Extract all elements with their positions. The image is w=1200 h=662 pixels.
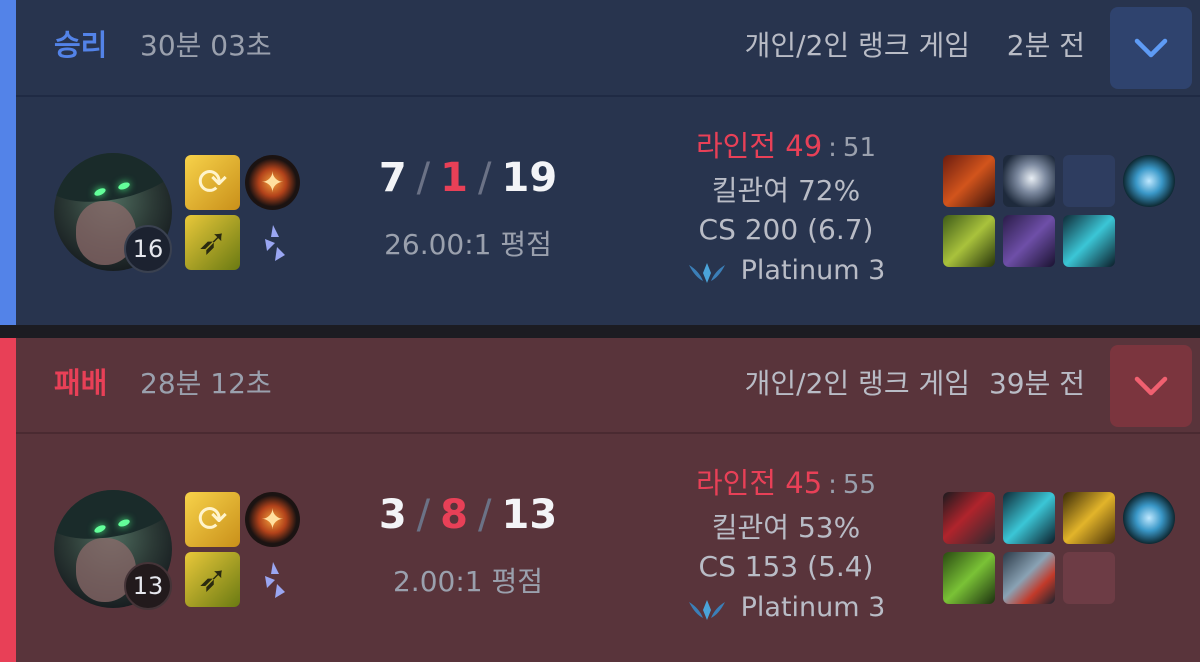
platinum-emblem-icon <box>688 262 725 283</box>
secondary-rune-tree-icon[interactable] <box>245 552 300 607</box>
match-header: 패배 28분 12초 개인/2인 랭크 게임 39분 전 <box>16 338 1200 434</box>
item-slot-3-icon[interactable] <box>1063 492 1115 544</box>
summoner-spell-flash-icon[interactable]: ➶ <box>185 215 240 270</box>
laning-score: 라인전 49:51 <box>695 129 877 163</box>
expand-button[interactable] <box>1110 345 1192 427</box>
summoner-spell-cleanse-icon[interactable]: ⟳ <box>185 492 240 547</box>
match-header: 승리 30분 03초 개인/2인 랭크 게임 2분 전 <box>16 0 1200 97</box>
result-accent-bar <box>0 338 16 662</box>
summoner-spell-flash-icon[interactable]: ➶ <box>185 552 240 607</box>
match-result: 승리 <box>54 28 108 62</box>
trinket-ward-icon[interactable] <box>1123 492 1175 544</box>
deaths: 8 <box>440 492 468 538</box>
match-result: 패배 <box>54 366 108 400</box>
kda-score: 3/8/13 <box>378 492 558 538</box>
result-accent-bar <box>0 0 16 325</box>
kda-ratio: 2.00:1 평점 <box>392 565 543 598</box>
item-slot-4-icon[interactable] <box>943 215 995 267</box>
laning-score: 라인전 45:55 <box>695 466 877 500</box>
keystone-rune-icon[interactable]: ✦ <box>245 492 300 547</box>
keystone-rune-icon[interactable]: ✦ <box>245 155 300 210</box>
creep-score: CS 153 (5.4) <box>698 550 874 583</box>
platinum-emblem-icon <box>688 599 725 620</box>
kills: 3 <box>378 492 407 538</box>
creep-score: CS 200 (6.7) <box>698 213 874 246</box>
item-slot-3-empty <box>1063 155 1115 207</box>
queue-type: 개인/2인 랭크 게임 <box>744 367 970 400</box>
champion-level: 16 <box>124 225 172 273</box>
item-slot-6-empty <box>1063 552 1115 604</box>
secondary-rune-tree-icon[interactable] <box>245 215 300 270</box>
item-slot-6-icon[interactable] <box>1063 215 1115 267</box>
match-duration: 30분 03초 <box>140 29 272 62</box>
chevron-down-icon <box>1134 376 1168 396</box>
kda-ratio: 26.00:1 평점 <box>384 228 552 261</box>
average-tier: Platinum 3 <box>652 255 920 287</box>
kill-participation: 킬관여 72% <box>711 174 861 207</box>
item-slot-1-icon[interactable] <box>943 492 995 544</box>
kda-score: 7/1/19 <box>378 155 558 201</box>
item-slot-1-icon[interactable] <box>943 155 995 207</box>
time-ago: 2분 전 <box>1006 29 1085 62</box>
average-tier: Platinum 3 <box>652 592 920 624</box>
assists: 13 <box>501 492 558 538</box>
item-slot-2-icon[interactable] <box>1003 492 1055 544</box>
match-body: 16 ⟳ ➶ ✦ 7/1/19 26.00:1 평점 라인전 49:51 킬관여… <box>16 99 1200 325</box>
match-body: 13 ⟳ ➶ ✦ 3/8/13 2.00:1 평점 라인전 45:55 킬관여 … <box>16 436 1200 662</box>
summoner-spell-cleanse-icon[interactable]: ⟳ <box>185 155 240 210</box>
item-slot-2-icon[interactable] <box>1003 155 1055 207</box>
kill-participation: 킬관여 53% <box>711 511 861 544</box>
time-ago: 39분 전 <box>988 367 1085 400</box>
chevron-down-icon <box>1134 38 1168 58</box>
expand-button[interactable] <box>1110 7 1192 89</box>
kills: 7 <box>378 155 407 201</box>
match-card-win[interactable]: 승리 30분 03초 개인/2인 랭크 게임 2분 전 16 ⟳ ➶ ✦ 7/1… <box>0 0 1200 325</box>
match-card-loss[interactable]: 패배 28분 12초 개인/2인 랭크 게임 39분 전 13 ⟳ ➶ ✦ 3/… <box>0 338 1200 662</box>
trinket-ward-icon[interactable] <box>1123 155 1175 207</box>
match-duration: 28분 12초 <box>140 367 272 400</box>
deaths: 1 <box>440 155 468 201</box>
item-slot-4-icon[interactable] <box>943 552 995 604</box>
assists: 19 <box>501 155 558 201</box>
item-slot-5-icon[interactable] <box>1003 552 1055 604</box>
item-slot-5-icon[interactable] <box>1003 215 1055 267</box>
champion-level: 13 <box>124 562 172 610</box>
queue-type: 개인/2인 랭크 게임 <box>744 29 970 62</box>
